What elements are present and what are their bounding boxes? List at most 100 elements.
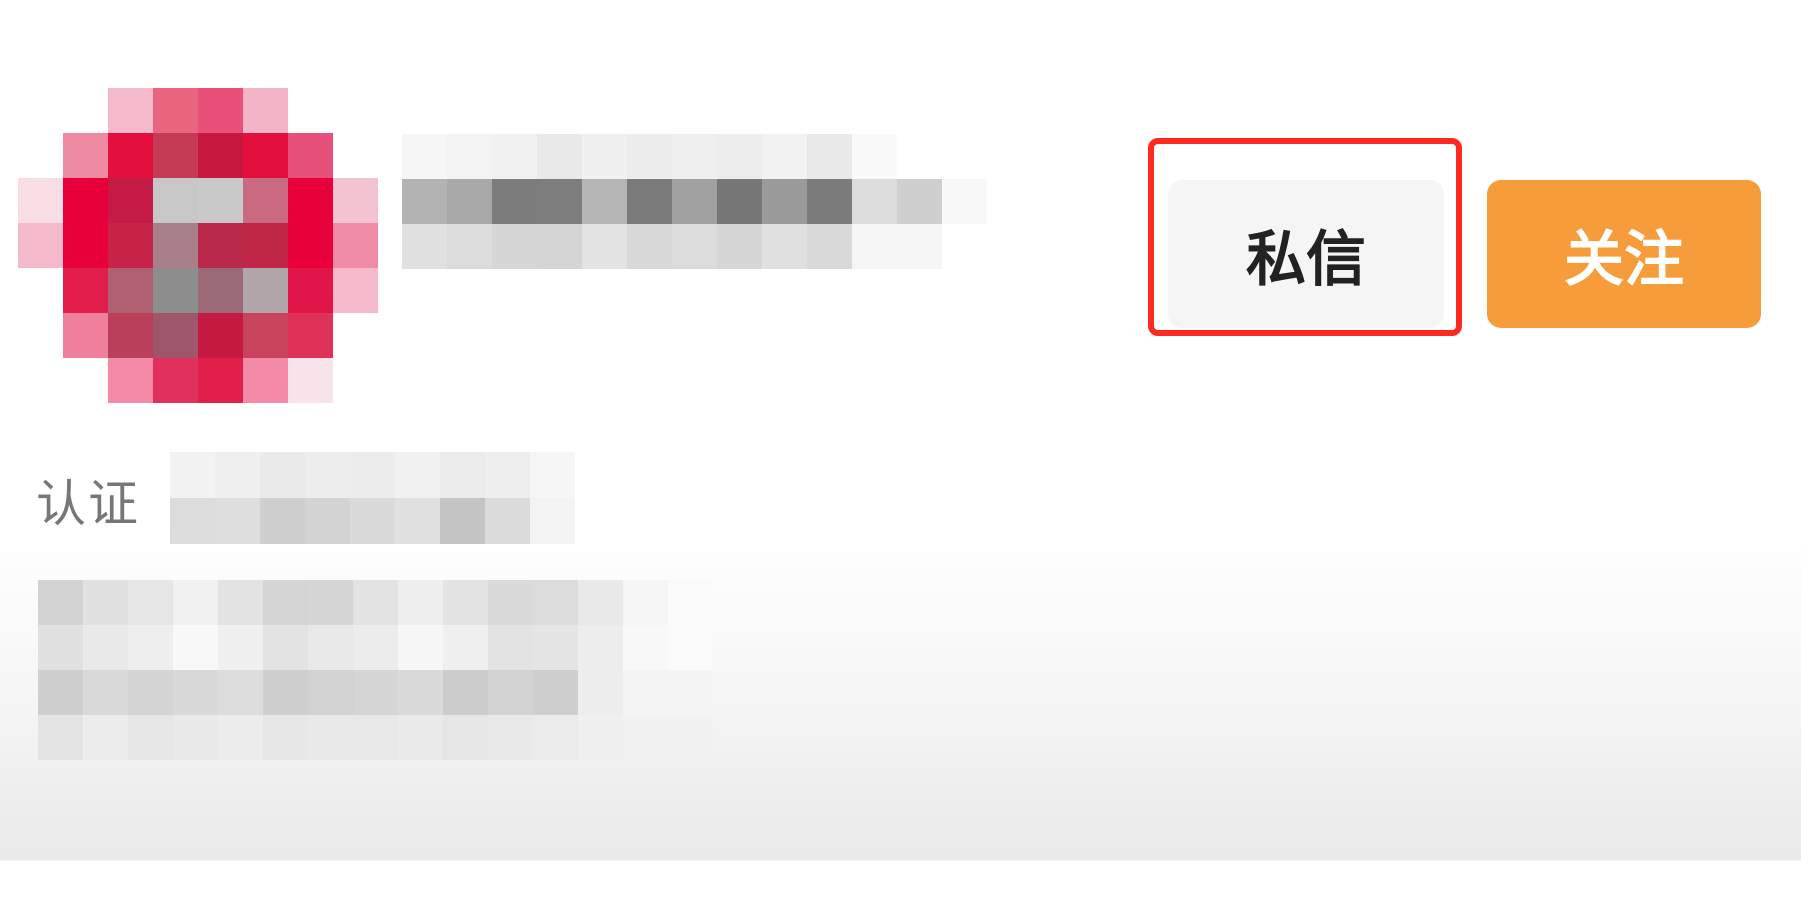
mosaic-cell [582, 134, 627, 179]
mosaic-cell [582, 179, 627, 224]
mosaic-cell [668, 715, 713, 760]
mosaic-cell [153, 133, 198, 178]
mosaic-cell [668, 580, 713, 625]
mosaic-cell [897, 134, 942, 179]
mosaic-cell [807, 179, 852, 224]
mosaic-cell [218, 670, 263, 715]
mosaic-cell [627, 179, 672, 224]
mosaic-cell [288, 358, 333, 403]
mosaic-cell [578, 625, 623, 670]
mosaic-cell [260, 498, 305, 544]
mosaic-cell [198, 358, 243, 403]
mosaic-cell [717, 179, 762, 224]
mosaic-cell [288, 313, 333, 358]
mosaic-cell [173, 580, 218, 625]
mosaic-cell [108, 223, 153, 268]
mosaic-cell [395, 498, 440, 544]
mosaic-cell [198, 313, 243, 358]
mosaic-cell [762, 224, 807, 269]
mosaic-cell [537, 179, 582, 224]
mosaic-cell [672, 134, 717, 179]
mosaic-cell [627, 134, 672, 179]
mosaic-cell [83, 670, 128, 715]
mosaic-cell [288, 133, 333, 178]
mosaic-cell [762, 134, 807, 179]
mosaic-cell [108, 133, 153, 178]
mosaic-cell [395, 452, 440, 498]
mosaic-cell [897, 179, 942, 224]
mosaic-cell [18, 178, 63, 223]
mosaic-cell [308, 715, 353, 760]
mosaic-cell [108, 268, 153, 313]
mosaic-cell [263, 670, 308, 715]
mosaic-cell [333, 268, 378, 313]
mosaic-cell [717, 134, 762, 179]
mosaic-cell [402, 134, 447, 179]
mosaic-cell [198, 178, 243, 223]
mosaic-cell [173, 670, 218, 715]
mosaic-cell [128, 625, 173, 670]
mosaic-cell [807, 134, 852, 179]
mosaic-cell [288, 223, 333, 268]
mosaic-cell [447, 224, 492, 269]
mosaic-cell [263, 625, 308, 670]
mosaic-cell [173, 625, 218, 670]
mosaic-cell [353, 715, 398, 760]
mosaic-cell [447, 134, 492, 179]
mosaic-cell [218, 625, 263, 670]
mosaic-cell [402, 179, 447, 224]
mosaic-cell [942, 134, 987, 179]
mosaic-cell [488, 580, 533, 625]
mosaic-cell [492, 134, 537, 179]
mosaic-cell [353, 580, 398, 625]
mosaic-cell [353, 625, 398, 670]
mosaic-cell [578, 580, 623, 625]
follow-button[interactable]: 关注 [1487, 180, 1761, 328]
mosaic-cell [582, 224, 627, 269]
mosaic-cell [63, 268, 108, 313]
mosaic-cell [530, 498, 575, 544]
mosaic-cell [215, 498, 260, 544]
mosaic-cell [198, 268, 243, 313]
mosaic-cell [83, 625, 128, 670]
mosaic-cell [63, 313, 108, 358]
mosaic-cell [672, 224, 717, 269]
mosaic-cell [623, 625, 668, 670]
avatar[interactable] [18, 88, 378, 406]
mosaic-cell [942, 179, 987, 224]
mosaic-cell [807, 224, 852, 269]
mosaic-cell [672, 179, 717, 224]
mosaic-cell [762, 179, 807, 224]
mosaic-cell [108, 88, 153, 133]
mosaic-cell [443, 580, 488, 625]
mosaic-cell [288, 268, 333, 313]
mosaic-cell [492, 179, 537, 224]
mosaic-cell [852, 134, 897, 179]
mosaic-cell [63, 223, 108, 268]
mosaic-cell [243, 313, 288, 358]
mosaic-cell [218, 715, 263, 760]
mosaic-cell [260, 452, 305, 498]
mosaic-cell [533, 625, 578, 670]
mosaic-cell [398, 580, 443, 625]
mosaic-cell [305, 452, 350, 498]
mosaic-cell [83, 715, 128, 760]
mosaic-cell [492, 224, 537, 269]
mosaic-cell [402, 224, 447, 269]
mosaic-cell [108, 358, 153, 403]
certification-label: 认证 [36, 475, 140, 533]
mosaic-cell [170, 452, 215, 498]
mosaic-cell [488, 715, 533, 760]
mosaic-cell [18, 223, 63, 268]
mosaic-cell [128, 715, 173, 760]
mosaic-cell [398, 670, 443, 715]
mosaic-cell [333, 178, 378, 223]
mosaic-cell [243, 88, 288, 133]
mosaic-cell [717, 224, 762, 269]
mosaic-cell [128, 580, 173, 625]
mosaic-cell [243, 178, 288, 223]
mosaic-cell [38, 670, 83, 715]
highlight-box [1148, 138, 1462, 336]
bio-redacted [38, 580, 728, 760]
mosaic-cell [485, 498, 530, 544]
